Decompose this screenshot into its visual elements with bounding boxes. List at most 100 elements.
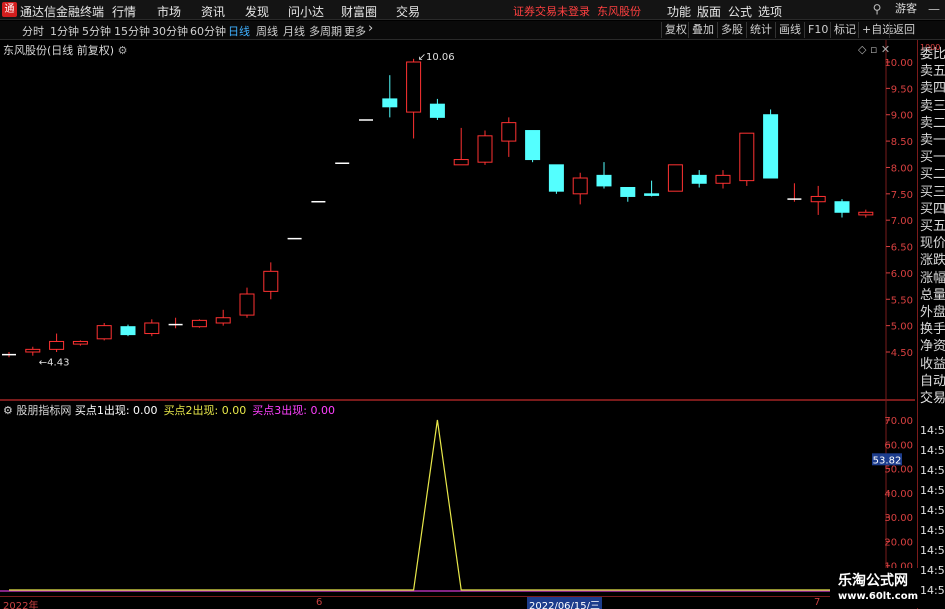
candle[interactable]: [691, 170, 707, 188]
candle[interactable]: [2, 352, 16, 358]
y-tick-label: 10.00: [884, 58, 913, 69]
candle[interactable]: [25, 346, 41, 356]
right-menu-3[interactable]: 选项: [758, 3, 782, 20]
candle[interactable]: [215, 309, 231, 326]
toolbar-button-2[interactable]: 多股: [717, 22, 746, 38]
y-tick-label: 9.50: [891, 84, 913, 95]
settings-icon[interactable]: ⚙: [118, 44, 128, 57]
toolbar-button-5[interactable]: F10: [804, 22, 831, 38]
candle[interactable]: [572, 172, 588, 205]
panel-field-19[interactable]: 自动: [920, 374, 945, 390]
candle[interactable]: [429, 98, 445, 120]
candle[interactable]: [477, 130, 493, 165]
indicator-chart[interactable]: 70.0060.0050.0040.0030.0020.0010.0053.82: [0, 400, 915, 596]
candle[interactable]: [382, 75, 398, 118]
candle[interactable]: [620, 186, 636, 202]
menu-5[interactable]: 财富圈: [341, 3, 377, 20]
period-tab-7[interactable]: 周线: [256, 23, 278, 39]
candle[interactable]: [525, 130, 541, 163]
candle[interactable]: [96, 323, 112, 341]
panel-field-17: 净资: [920, 339, 945, 355]
period-tab-4[interactable]: 30分钟: [152, 23, 188, 39]
y-tick-label: 6.50: [891, 243, 913, 254]
toolbar-button-6[interactable]: 标记: [830, 22, 859, 38]
panel-field-6: 买一: [920, 150, 945, 166]
candle[interactable]: [644, 180, 660, 197]
indicator-y-tick: 20.00: [884, 537, 913, 548]
candle[interactable]: [144, 319, 160, 337]
menu-3[interactable]: 发现: [245, 3, 269, 20]
candle[interactable]: [715, 170, 731, 189]
indicator-name[interactable]: ⚙ 股朋指标网: [3, 404, 75, 417]
y-tick-label: 8.00: [891, 163, 913, 174]
candle[interactable]: [667, 164, 683, 192]
menu-6[interactable]: 交易: [396, 3, 420, 20]
indicator-header: ⚙ 股朋指标网 买点1出现: 0.00 买点2出现: 0.00 买点3出现: 0.0…: [3, 402, 341, 418]
right-menu-0[interactable]: 功能: [667, 3, 691, 20]
toolbar-button-1[interactable]: 叠加: [688, 22, 717, 38]
toolbar-button-0[interactable]: 复权: [661, 22, 690, 38]
candle[interactable]: [763, 109, 779, 179]
toolbar-button-8[interactable]: 返回: [889, 22, 918, 38]
candle[interactable]: [72, 340, 88, 346]
high-price-annotation: ↙10.06: [418, 52, 455, 63]
period-tab-3[interactable]: 15分钟: [114, 23, 150, 39]
candle[interactable]: [834, 199, 850, 218]
candle[interactable]: [596, 162, 612, 189]
menu-0[interactable]: 行情: [112, 3, 136, 20]
menu-4[interactable]: 问小达: [288, 3, 324, 20]
right-menu-2[interactable]: 公式: [728, 3, 752, 20]
candle[interactable]: [810, 185, 826, 215]
indicator-y-tick: 70.00: [884, 416, 913, 427]
candle[interactable]: [739, 132, 755, 186]
period-tab-0[interactable]: 分时: [22, 23, 44, 39]
toolbar-button-3[interactable]: 统计: [746, 22, 775, 38]
candle[interactable]: [191, 319, 207, 328]
trade-time-6: 14:56: [920, 544, 945, 557]
candle[interactable]: [453, 127, 469, 166]
period-tab-8[interactable]: 月线: [283, 23, 305, 39]
y-tick-label: 7.00: [891, 216, 913, 227]
y-tick-label: 5.50: [891, 295, 913, 306]
indicator-value-1: 买点1出现: 0.00: [74, 404, 158, 417]
indicator-y-tick: 30.00: [884, 513, 913, 524]
menu-2[interactable]: 资讯: [201, 3, 225, 20]
app-title: 通达信金融终端: [20, 5, 105, 19]
candle[interactable]: [858, 209, 874, 218]
trade-time-1: 14:56: [920, 444, 945, 457]
date-label-0: 2022年: [3, 601, 39, 609]
candle[interactable]: [120, 324, 136, 337]
indicator-y-tick: 60.00: [884, 440, 913, 451]
panel-field-3: 卖三: [920, 98, 945, 114]
period-tab-6[interactable]: 日线: [228, 23, 250, 39]
search-icon[interactable]: ⚲: [869, 1, 885, 17]
candle[interactable]: [501, 117, 517, 157]
candle[interactable]: [787, 183, 802, 202]
trade-time-7: 14:56: [920, 564, 945, 577]
toolbar-button-4[interactable]: 画线: [775, 22, 804, 38]
date-axis: 2022年 6 2022/06/15/三 7: [0, 596, 915, 609]
period-tab-1[interactable]: 1分钟: [50, 23, 79, 39]
trade-time-8: 14:56: [920, 584, 945, 597]
period-tab-9[interactable]: 多周期: [309, 23, 342, 39]
candle[interactable]: [168, 317, 183, 329]
period-tab-10[interactable]: 更多: [344, 23, 366, 39]
chart-controls-icon[interactable]: ◇ ▫ ✕: [858, 43, 890, 56]
period-tab-5[interactable]: 60分钟: [190, 23, 226, 39]
period-tab-2[interactable]: 5分钟: [82, 23, 111, 39]
panel-field-13: 涨幅: [920, 270, 945, 286]
candle[interactable]: [263, 262, 279, 300]
guest-label[interactable]: 游客: [891, 1, 921, 17]
chevron-right-icon[interactable]: ›: [368, 21, 373, 36]
right-menu-1[interactable]: 版面: [697, 3, 721, 20]
minimize-icon[interactable]: —: [926, 1, 942, 17]
indicator-series-line: [9, 419, 866, 591]
menu-1[interactable]: 市场: [157, 3, 181, 20]
candle[interactable]: [548, 164, 564, 194]
panel-field-20[interactable]: 交易: [920, 391, 945, 407]
candle[interactable]: [239, 287, 255, 318]
login-notice[interactable]: 证券交易未登录 东风股份: [513, 3, 641, 19]
candle[interactable]: [49, 333, 65, 352]
candlestick-chart[interactable]: 10.00 9.50 9.00 8.50 8.00 7.50 7.00 6.50 6.00 5.5…: [0, 40, 915, 400]
candle[interactable]: [406, 58, 422, 139]
